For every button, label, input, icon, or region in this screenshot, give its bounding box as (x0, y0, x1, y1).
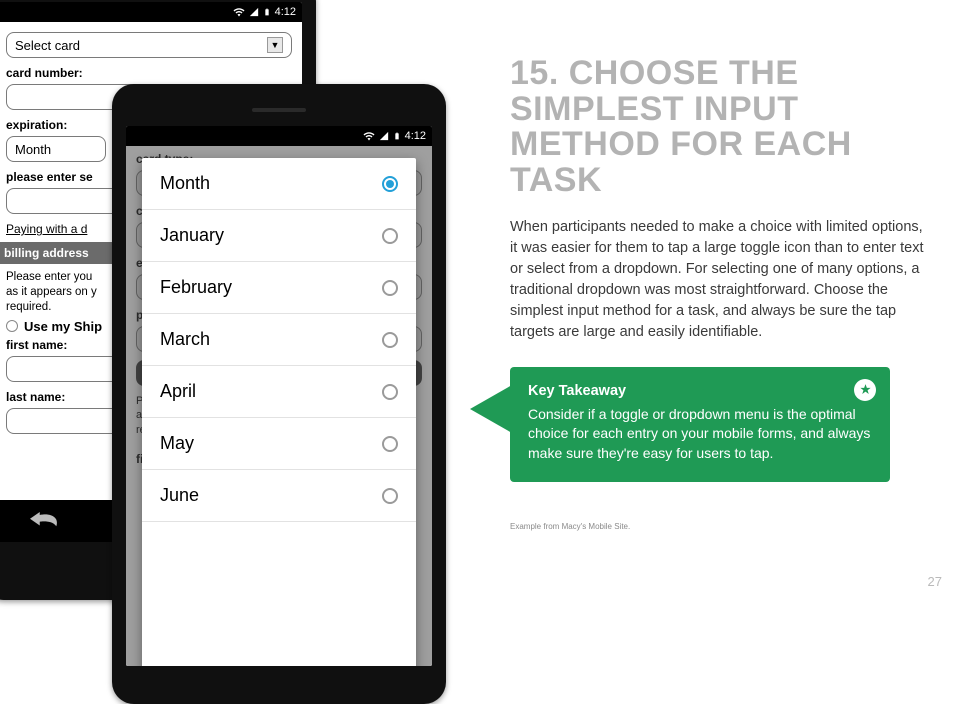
back-icon[interactable] (30, 512, 60, 530)
month-option-march[interactable]: March (142, 314, 416, 366)
takeaway-title: Key Takeaway (528, 383, 872, 399)
month-picker-modal: Month January February March April May (142, 158, 416, 666)
month-option-label: April (160, 381, 196, 402)
expiration-month-dropdown[interactable]: Month (6, 136, 106, 162)
checkbox-icon (6, 320, 18, 332)
month-option-month[interactable]: Month (142, 158, 416, 210)
phone-front-frame: 4:12 card type: c e p P a re fi Month (112, 84, 446, 704)
signal-icon (379, 131, 389, 141)
body-paragraph: When participants needed to make a choic… (510, 217, 930, 343)
wifi-icon (233, 6, 245, 18)
month-option-label: May (160, 433, 194, 454)
status-time: 4:12 (275, 6, 296, 18)
month-option-label: Month (160, 173, 210, 194)
select-card-value: Select card (15, 38, 80, 53)
month-option-label: February (160, 277, 232, 298)
phone-front-screen: 4:12 card type: c e p P a re fi Month (126, 126, 432, 666)
callout-arrow-icon (470, 385, 512, 433)
key-takeaway-box: Key Takeaway Consider if a toggle or dro… (510, 367, 890, 482)
radio-icon (382, 488, 398, 504)
month-option-february[interactable]: February (142, 262, 416, 314)
phone-earpiece (252, 108, 306, 112)
star-badge-icon (854, 379, 876, 401)
month-option-june[interactable]: June (142, 470, 416, 522)
status-bar-front: 4:12 (126, 126, 432, 146)
battery-icon (393, 130, 401, 142)
month-option-april[interactable]: April (142, 366, 416, 418)
select-card-dropdown[interactable]: Select card ▼ (6, 32, 292, 58)
page-title: 15. Choose the simplest input method for… (510, 56, 930, 199)
radio-icon (382, 280, 398, 296)
page-number: 27 (928, 574, 942, 589)
chevron-down-icon: ▼ (267, 37, 283, 53)
battery-icon (263, 6, 271, 18)
radio-selected-icon (382, 176, 398, 192)
month-option-label: June (160, 485, 199, 506)
month-option-january[interactable]: January (142, 210, 416, 262)
takeaway-desc: Consider if a toggle or dropdown menu is… (528, 405, 872, 464)
radio-icon (382, 384, 398, 400)
card-number-label: card number: (6, 66, 292, 80)
status-time-front: 4:12 (405, 130, 426, 142)
expiration-month-value: Month (15, 142, 51, 157)
status-bar: 4:12 (0, 2, 302, 22)
content-column: 15. Choose the simplest input method for… (510, 56, 930, 531)
signal-icon (249, 7, 259, 17)
month-option-label: March (160, 329, 210, 350)
month-option-may[interactable]: May (142, 418, 416, 470)
caption-text: Example from Macy's Mobile Site. (510, 522, 930, 531)
radio-icon (382, 332, 398, 348)
radio-icon (382, 436, 398, 452)
month-option-label: January (160, 225, 224, 246)
wifi-icon (363, 130, 375, 142)
radio-icon (382, 228, 398, 244)
use-shipping-label: Use my Ship (24, 319, 102, 334)
